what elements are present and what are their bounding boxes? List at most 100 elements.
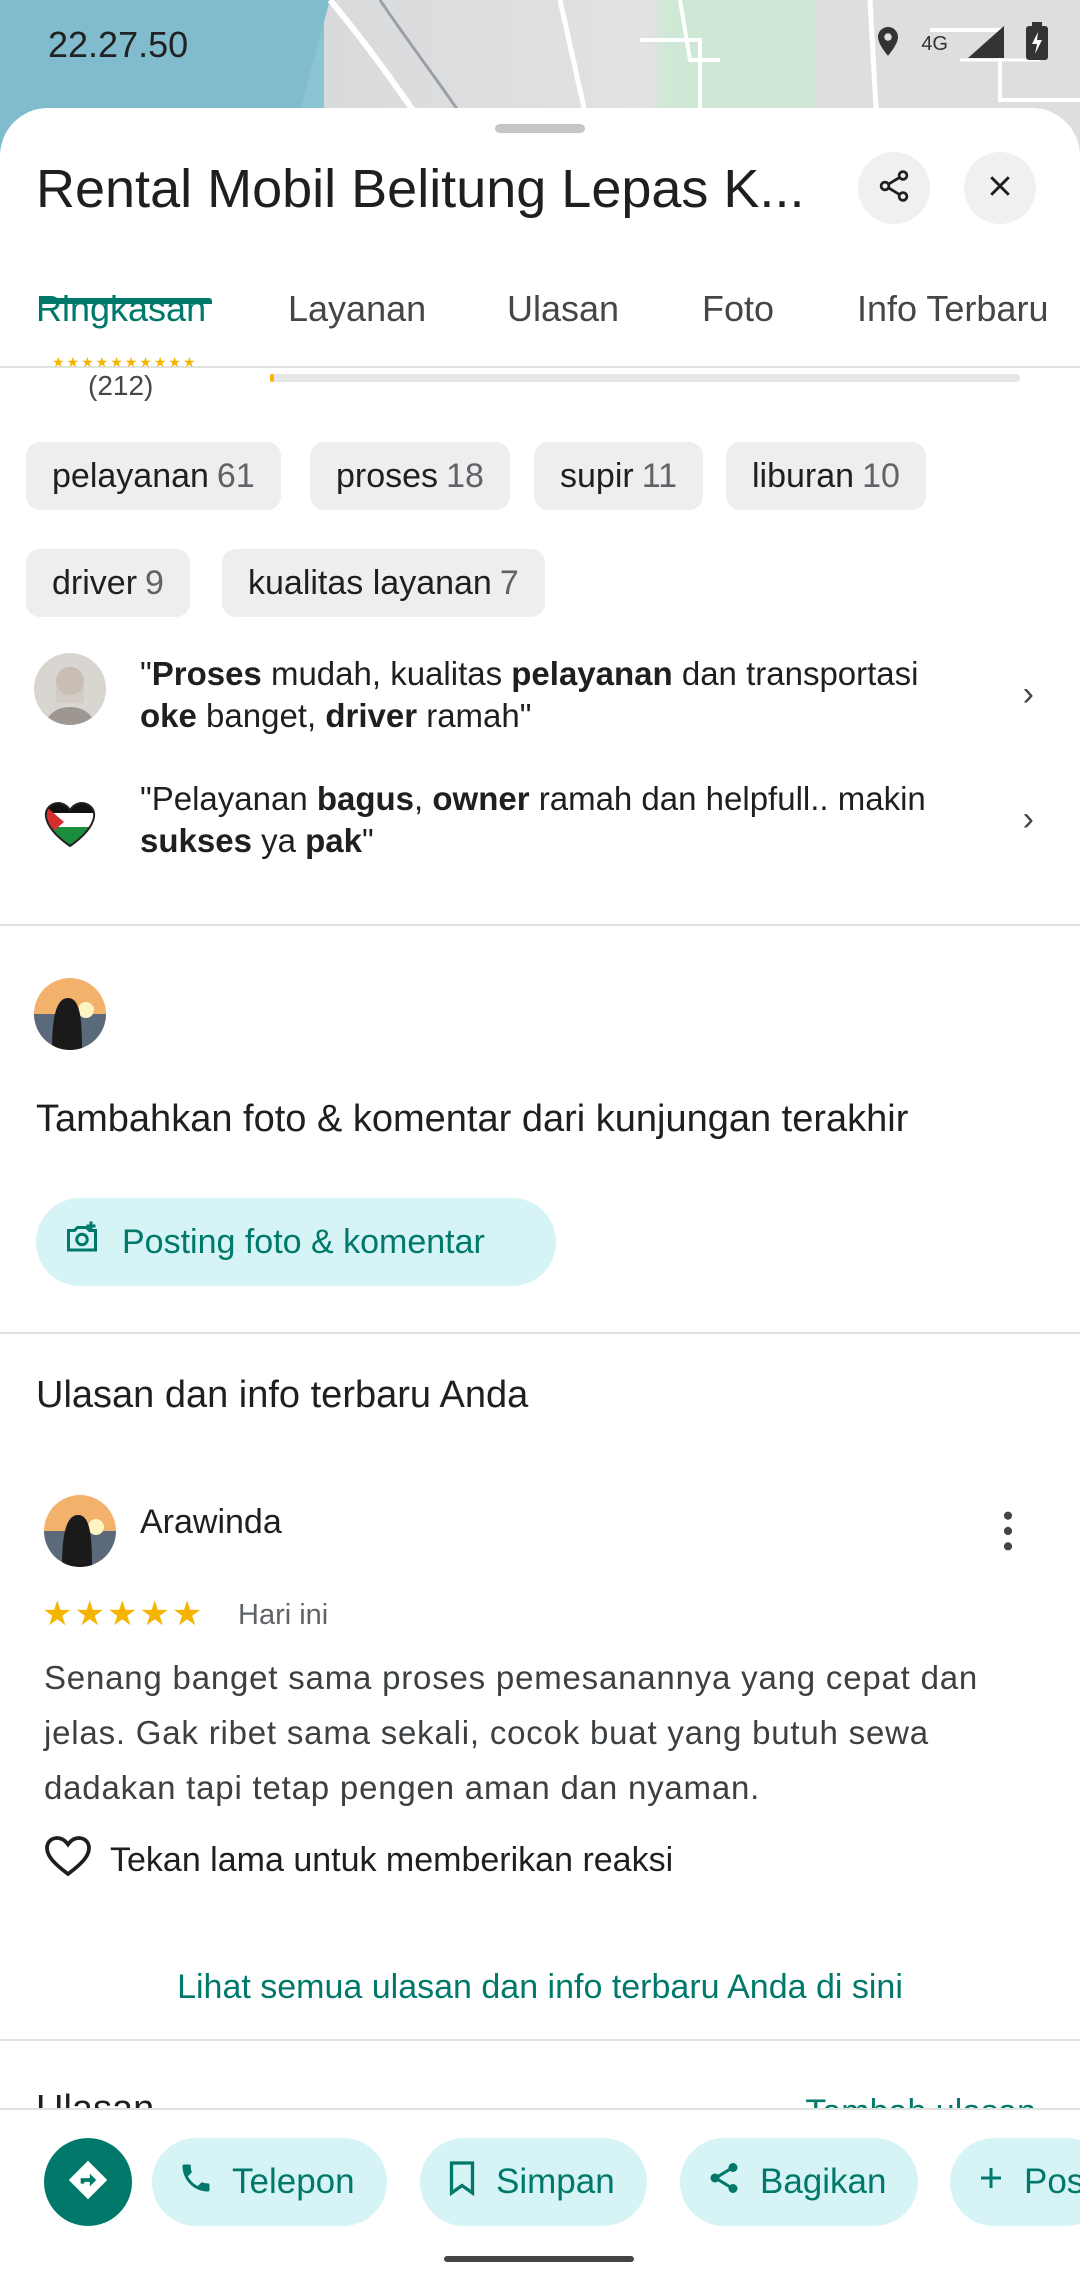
chip-label: proses [336,456,439,495]
react-hint[interactable]: Tekan lama untuk memberikan reaksi [44,1834,673,1887]
quote-segment: ya [251,822,306,859]
place-title: Rental Mobil Belitung Lepas K... [36,159,805,219]
quote-highlight: owner [432,780,530,817]
place-sheet: Rental Mobil Belitung Lepas K... Ringkas… [0,108,1080,2280]
review-count: (212) [88,370,154,401]
section-divider [0,2039,1080,2041]
tab-foto[interactable]: Foto [702,288,774,330]
home-indicator[interactable] [444,2256,634,2262]
topic-chip-pelayanan[interactable]: pelayanan 61 [26,442,281,510]
active-tab-indicator [40,298,212,304]
chip-label: liburan [752,456,855,495]
status-clock: 22.27.50 [48,24,189,65]
react-hint-text: Tekan lama untuk memberikan reaksi [110,1841,674,1879]
call-label: Telepon [232,2162,355,2201]
see-all-your-reviews-link[interactable]: Lihat semua ulasan dan info terbaru Anda… [0,1968,1080,2007]
section-divider [0,1332,1080,1334]
plus-icon [976,2162,1006,2202]
reviewer-name[interactable]: Arawinda [140,1503,282,1542]
heart-outline-icon [44,1834,92,1887]
quote-text: "Proses mudah, kualitas pelayanan dan tr… [140,653,980,737]
chip-count: 10 [862,456,900,495]
save-label: Simpan [496,2162,615,2201]
close-button[interactable] [964,152,1036,224]
tab-layanan[interactable]: Layanan [288,288,426,330]
phone-icon [178,2160,214,2205]
chip-count: 9 [145,563,164,602]
heart-flag-avatar [34,786,106,858]
review-stars: ★★★★★ [42,1595,205,1633]
share-action-button[interactable]: Bagikan [680,2138,919,2226]
tab-info-terbaru[interactable]: Info Terbaru [857,288,1048,330]
share-label: Bagikan [760,2162,887,2201]
battery-charging-icon [1024,22,1050,67]
chip-count: 7 [499,563,519,602]
share-icon [876,168,912,209]
chip-label: kualitas layanan [248,563,492,602]
chevron-right-icon: › [1022,800,1034,838]
quote-segment: , [414,780,433,817]
quote-highlight: pak [305,822,363,859]
chip-label: supir [560,456,634,495]
review-snippet-1[interactable]: "Proses mudah, kualitas pelayanan dan tr… [0,653,1080,753]
quote-segment: ramah" [417,697,532,734]
action-bar: Telepon Simpan Bagikan Pos [0,2108,1080,2282]
post-action-button[interactable]: Pos [950,2138,1080,2226]
quote-highlight: bagus [316,780,415,817]
topic-chip-driver[interactable]: driver 9 [26,549,190,617]
signal-icon [966,24,1006,65]
topic-chip-liburan[interactable]: liburan 10 [726,442,926,510]
network-type-label: 4G [921,33,948,55]
quote-highlight: pelayanan [511,655,673,692]
user-avatar [34,978,106,1050]
directions-button[interactable] [44,2138,132,2226]
topic-chip-kualitas-layanan[interactable]: kualitas layanan 7 [222,549,545,617]
chip-label: pelayanan [52,456,209,495]
directions-icon [66,2158,110,2207]
chip-count: 18 [446,456,484,495]
tab-ringkasan[interactable]: Ringkasan [36,288,206,330]
tab-bar: Ringkasan Layanan Ulasan Foto Info Terba… [0,268,1080,368]
call-button[interactable]: Telepon [152,2138,387,2226]
section-divider [0,924,1080,926]
quote-segment: "Pelayanan [140,780,317,817]
rating-bar [270,374,1020,382]
chevron-right-icon: › [1022,675,1034,713]
chip-count: 61 [216,456,255,495]
review-snippet-2[interactable]: "Pelayanan bagus, owner ramah dan helpfu… [0,778,1080,878]
topic-chip-supir[interactable]: supir 11 [534,442,703,510]
reviewer-avatar[interactable] [44,1495,116,1567]
post-button-label: Posting foto & komentar [122,1222,485,1261]
avatar [34,653,106,725]
chip-count: 11 [641,456,677,495]
status-bar: 22.27.50 4G [0,0,1080,92]
chip-label: driver [52,563,138,602]
more-options-icon[interactable] [990,1508,1026,1559]
drag-handle[interactable] [495,124,585,133]
quote-segment: " [140,655,152,692]
quote-highlight: Proses [151,655,262,692]
rating-stars-partial: ★★★★★★★★★★ [52,354,198,370]
quote-highlight: driver [325,697,418,734]
post-label: Pos [1024,2162,1080,2201]
review-date: Hari ini [238,1599,329,1631]
save-button[interactable]: Simpan [420,2138,647,2226]
bookmark-icon [446,2160,478,2205]
share-button[interactable] [858,152,930,224]
quote-segment: banget, [196,697,326,734]
quote-highlight: sukses [140,822,252,859]
quote-segment: ramah dan helpfull.. makin [529,780,926,817]
review-text: Senang banget sama proses pemesanannya y… [44,1659,979,1806]
add-photo-icon [64,1220,100,1265]
quote-segment: " [362,822,374,859]
quote-highlight: oke [140,697,197,734]
location-icon [873,24,903,65]
status-icons: 4G [873,22,1050,67]
rating-bar-fill [270,374,274,382]
topic-chip-proses[interactable]: proses 18 [310,442,510,510]
tab-ulasan[interactable]: Ulasan [507,288,619,330]
quote-segment: mudah, kualitas [261,655,512,692]
quote-segment: dan transportasi [672,655,919,692]
add-visit-heading: Tambahkan foto & komentar dari kunjungan… [36,1098,909,1140]
post-photo-comment-button[interactable]: Posting foto & komentar [36,1198,556,1286]
